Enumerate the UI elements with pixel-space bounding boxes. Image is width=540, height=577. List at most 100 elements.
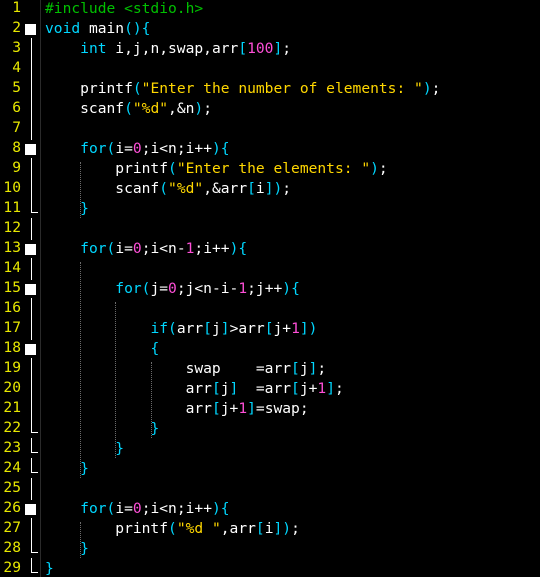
- code-token: ){: [282, 280, 300, 297]
- code-token: [: [203, 320, 212, 337]
- code-line[interactable]: 8 for(i=0;i<n;i++){: [0, 139, 540, 160]
- fold-toggle-icon[interactable]: [25, 24, 36, 35]
- fold-end-icon: [31, 438, 38, 453]
- code-token: j=: [150, 280, 169, 297]
- code-token: arr: [176, 320, 204, 337]
- code-line[interactable]: 3 int i,j,n,swap,arr[100];: [0, 38, 540, 60]
- code-token: }: [80, 460, 89, 477]
- code-text[interactable]: arr[j+1]=swap;: [45, 399, 309, 419]
- code-line[interactable]: 2 void main(){: [0, 19, 540, 40]
- line-number: 11: [3, 199, 21, 216]
- line-number: 6: [12, 99, 21, 116]
- fold-line-icon: [31, 38, 32, 60]
- code-text[interactable]: }: [45, 559, 54, 577]
- code-text[interactable]: for(i=0;i<n;i++){: [45, 499, 230, 519]
- code-token: i: [255, 180, 265, 197]
- code-line[interactable]: 6 scanf("%d",&n);: [0, 98, 540, 120]
- code-text[interactable]: for(j=0;j<n-i-1;j++){: [45, 279, 300, 299]
- code-token: ;i++: [194, 240, 230, 257]
- code-line[interactable]: 1 #include <stdio.h>: [0, 0, 540, 20]
- code-token: ,arr: [220, 520, 256, 537]
- line-number: 2: [12, 19, 21, 36]
- code-text[interactable]: {: [45, 339, 159, 359]
- code-text[interactable]: }: [45, 539, 89, 559]
- code-text[interactable]: int i,j,n,swap,arr[100];: [45, 39, 291, 59]
- code-token: ]): [264, 180, 283, 197]
- code-token: arr: [45, 400, 212, 417]
- code-text[interactable]: scanf("%d",&arr[i]);: [45, 179, 291, 199]
- line-number: 21: [3, 399, 21, 416]
- code-token: j: [220, 380, 230, 397]
- code-token: 0: [168, 280, 177, 297]
- code-line[interactable]: 26 for(i=0;i<n;i++){: [0, 499, 540, 520]
- code-token: for: [80, 500, 107, 517]
- line-number: 29: [3, 559, 21, 576]
- code-text[interactable]: printf("Enter the number of elements: ")…: [45, 79, 440, 99]
- code-text[interactable]: swap =arr[j];: [45, 359, 327, 379]
- code-token: [: [291, 360, 300, 377]
- code-token: j+: [220, 400, 239, 417]
- code-token: [: [264, 320, 274, 337]
- code-token: }: [150, 420, 160, 437]
- code-token: }: [45, 560, 54, 577]
- code-token: i=: [115, 500, 133, 517]
- fold-end-icon: [31, 418, 38, 433]
- code-text[interactable]: if(arr[j]>arr[j+1]): [45, 319, 317, 339]
- line-number: 27: [3, 519, 21, 536]
- fold-toggle-icon[interactable]: [25, 284, 36, 295]
- code-token: if: [150, 320, 169, 337]
- code-token: }: [80, 540, 89, 557]
- code-text[interactable]: for(i=0;i<n-1;i++){: [45, 239, 247, 259]
- code-token: ;: [431, 80, 441, 97]
- fold-toggle-icon[interactable]: [25, 244, 36, 255]
- code-text[interactable]: for(i=0;i<n;i++){: [45, 139, 230, 159]
- code-token: 1: [317, 380, 327, 397]
- code-token: ]: [247, 400, 256, 417]
- code-line[interactable]: 29}: [0, 558, 540, 577]
- code-token: ;: [317, 360, 327, 377]
- code-line[interactable]: 13 for(i=0;i<n-1;i++){: [0, 239, 540, 260]
- code-line[interactable]: 5 printf("Enter the number of elements: …: [0, 78, 540, 100]
- code-token: for: [80, 240, 107, 257]
- code-text[interactable]: scanf("%d",&n);: [45, 99, 212, 119]
- code-token: ]): [273, 520, 292, 537]
- code-text[interactable]: void main(){: [45, 19, 150, 39]
- code-line[interactable]: 25: [0, 478, 540, 500]
- code-token: ]): [299, 320, 318, 337]
- fold-toggle-icon[interactable]: [25, 504, 36, 515]
- fold-line-icon: [31, 298, 32, 320]
- code-text[interactable]: arr[j] =arr[j+1];: [45, 379, 344, 399]
- code-token: [: [211, 380, 221, 397]
- code-token: j+: [299, 380, 318, 397]
- line-number: 22: [3, 419, 21, 436]
- code-token: main: [80, 20, 125, 37]
- line-number: 14: [3, 259, 21, 276]
- code-text[interactable]: printf("Enter the elements: ");: [45, 159, 387, 179]
- code-token: i,j,n,swap,arr: [106, 40, 239, 57]
- code-token: ;: [203, 100, 212, 117]
- code-token: ){: [211, 500, 230, 517]
- code-token: ;: [282, 180, 292, 197]
- code-token: j+: [273, 320, 292, 337]
- code-token: ;: [335, 380, 344, 397]
- code-text[interactable]: }: [45, 439, 124, 459]
- code-token: void: [45, 20, 81, 37]
- code-text[interactable]: printf("%d ",arr[i]);: [45, 519, 300, 539]
- code-text[interactable]: }: [45, 459, 89, 479]
- code-text[interactable]: #include <stdio.h>: [45, 0, 203, 19]
- fold-toggle-icon[interactable]: [25, 344, 36, 355]
- code-text[interactable]: }: [45, 419, 159, 439]
- code-line[interactable]: 4: [0, 58, 540, 80]
- code-line[interactable]: 7: [0, 118, 540, 140]
- fold-line-icon: [31, 158, 32, 180]
- code-token: (: [132, 80, 142, 97]
- fold-toggle-icon[interactable]: [25, 144, 36, 155]
- fold-line-icon: [31, 258, 32, 280]
- code-line[interactable]: 12: [0, 218, 540, 240]
- code-token: ){: [211, 140, 230, 157]
- code-text[interactable]: }: [45, 199, 89, 219]
- code-editor[interactable]: 1 #include <stdio.h> 2 void main(){3 int i,…: [0, 0, 540, 577]
